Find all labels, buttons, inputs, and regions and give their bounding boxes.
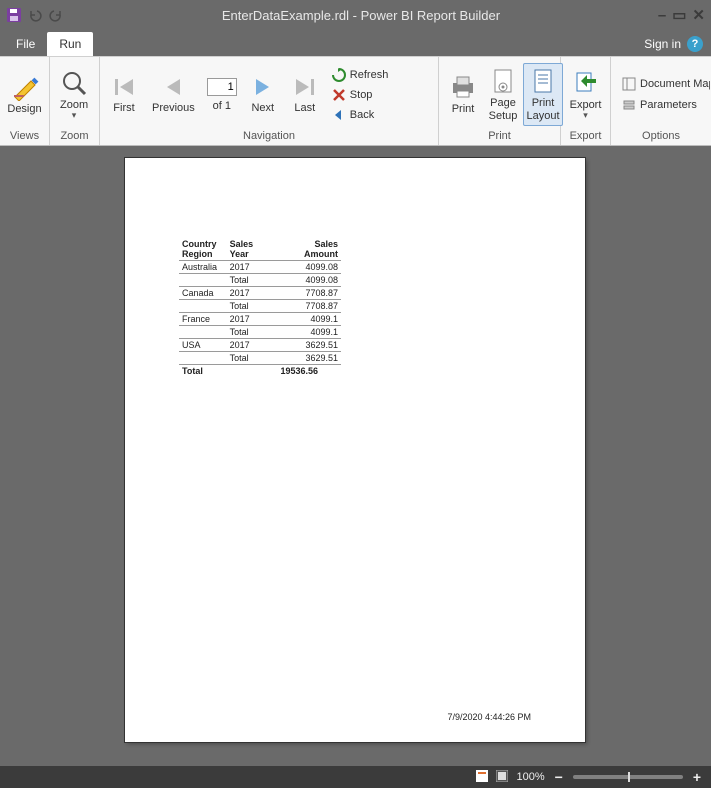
page-setup-button[interactable]: Page Setup [483, 63, 523, 126]
chevron-down-icon: ▾ [72, 111, 77, 120]
sign-in-label: Sign in [644, 37, 681, 51]
title-bar: EnterDataExample.rdl - Power BI Report B… [0, 0, 711, 30]
stop-icon [332, 88, 346, 102]
print-layout-label: Print Layout [526, 97, 559, 122]
maximize-icon[interactable]: ▭ [672, 8, 686, 23]
document-map-label: Document Map [640, 78, 710, 90]
table-row: Total7708.87 [179, 300, 341, 313]
print-layout-button[interactable]: Print Layout [523, 63, 563, 126]
group-print-label: Print [439, 128, 560, 145]
view-normal-icon[interactable] [476, 770, 488, 785]
stop-label: Stop [350, 89, 373, 101]
next-button[interactable]: Next [243, 70, 283, 119]
print-label: Print [452, 103, 475, 116]
table-row: USA20173629.51 [179, 339, 341, 352]
table-row: Total4099.1 [179, 326, 341, 339]
redo-icon[interactable] [48, 7, 64, 23]
report-viewport[interactable]: Country Region Sales Year Sales Amount A… [0, 146, 711, 766]
table-row: Total3629.51 [179, 352, 341, 365]
back-label: Back [350, 109, 374, 121]
table-row: Total4099.08 [179, 274, 341, 287]
tab-file[interactable]: File [4, 32, 47, 56]
report-table: Country Region Sales Year Sales Amount A… [179, 238, 341, 377]
export-button[interactable]: Export ▾ [565, 65, 606, 125]
group-options-label: Options [611, 128, 711, 145]
report-timestamp: 7/9/2020 4:44:26 PM [447, 712, 531, 722]
group-navigation-label: Navigation [100, 128, 438, 145]
col-year: Sales Year [227, 238, 278, 261]
chevron-down-icon: ▾ [583, 111, 588, 120]
next-label: Next [251, 102, 274, 115]
zoom-out-button[interactable]: − [553, 769, 565, 785]
minimize-icon[interactable]: – [658, 8, 666, 23]
back-icon [332, 108, 346, 122]
back-button[interactable]: Back [329, 106, 392, 124]
table-row: Australia20174099.08 [179, 261, 341, 274]
save-icon[interactable] [6, 7, 22, 23]
page-of-label: of 1 [213, 100, 231, 112]
last-label: Last [294, 102, 315, 115]
parameters-icon [622, 98, 636, 112]
help-icon[interactable]: ? [687, 36, 703, 52]
sign-in-link[interactable]: Sign in ? [644, 36, 703, 56]
previous-button[interactable]: Previous [146, 70, 201, 119]
refresh-button[interactable]: Refresh [329, 66, 392, 84]
last-button[interactable]: Last [285, 70, 325, 119]
design-label: Design [7, 103, 41, 116]
table-row: Canada20177708.87 [179, 287, 341, 300]
tab-run[interactable]: Run [47, 32, 93, 56]
undo-icon[interactable] [27, 7, 43, 23]
grand-total-value: 19536.56 [277, 365, 341, 378]
zoom-percent-label: 100% [516, 771, 544, 783]
refresh-icon [332, 68, 346, 82]
col-country: Country Region [179, 238, 227, 261]
design-button[interactable]: Design [4, 69, 45, 120]
document-map-icon [622, 77, 636, 91]
zoom-in-button[interactable]: + [691, 769, 703, 785]
col-amount: Sales Amount [277, 238, 341, 261]
view-print-layout-icon[interactable] [496, 770, 508, 785]
first-label: First [113, 102, 134, 115]
parameters-button[interactable]: Parameters [619, 96, 711, 114]
zoom-button[interactable]: Zoom ▾ [54, 65, 94, 125]
print-button[interactable]: Print [443, 69, 483, 120]
close-icon[interactable]: ✕ [692, 8, 705, 23]
document-map-button[interactable]: Document Map [619, 75, 711, 93]
previous-label: Previous [152, 102, 195, 115]
ribbon: Design Views Zoom ▾ Zoom First Previous [0, 56, 711, 146]
stop-button[interactable]: Stop [329, 86, 392, 104]
page-number-input[interactable] [207, 78, 237, 96]
grand-total-label: Total [179, 365, 277, 378]
group-zoom-label: Zoom [50, 128, 99, 145]
window-title: EnterDataExample.rdl - Power BI Report B… [64, 8, 658, 23]
page-setup-label: Page Setup [489, 97, 518, 122]
report-page: Country Region Sales Year Sales Amount A… [125, 158, 585, 742]
refresh-label: Refresh [350, 69, 389, 81]
status-bar: 100% − + [0, 766, 711, 788]
zoom-slider[interactable] [573, 775, 683, 779]
table-row: France20174099.1 [179, 313, 341, 326]
first-button[interactable]: First [104, 70, 144, 119]
tab-strip: File Run Sign in ? [0, 30, 711, 56]
parameters-label: Parameters [640, 99, 697, 111]
group-export-label: Export [561, 128, 610, 145]
group-views-label: Views [0, 128, 49, 145]
